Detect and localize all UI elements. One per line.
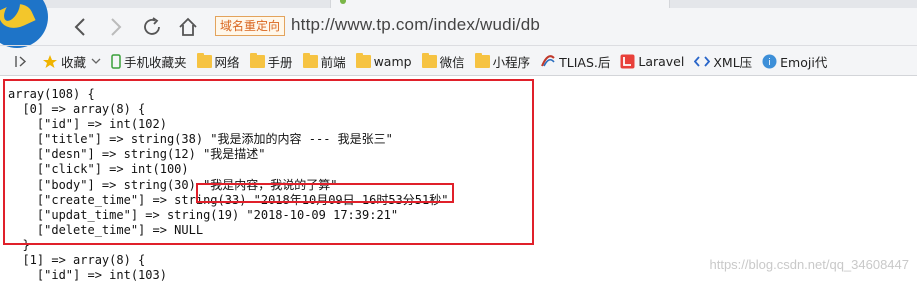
dump-line: [1] => array(8) { — [8, 253, 146, 268]
chevron-left-icon — [74, 18, 85, 36]
dump-line: ["id"] => int(103) — [8, 268, 167, 283]
page-content: array(108) { [0] => array(8) { ["id"] =>… — [0, 76, 917, 285]
active-tab[interactable] — [330, 0, 670, 8]
bookmark-favorites[interactable]: 收藏 — [38, 50, 105, 72]
bookmark-folder-network[interactable]: 网络 — [193, 50, 244, 72]
folder-icon — [249, 52, 265, 68]
bookmark-xml[interactable]: XML压 — [690, 50, 756, 72]
phone-icon — [111, 53, 121, 69]
bookmarks-bar: 收藏 手机收藏夹 网络 手册 前端 wamp 微信 小程序 TLIAS.后 La… — [0, 48, 917, 74]
tlias-icon — [541, 55, 555, 67]
bookmark-laravel[interactable]: Laravel — [616, 50, 688, 72]
chevron-right-icon — [111, 18, 122, 36]
folder-icon — [474, 52, 490, 68]
browser-logo-icon[interactable] — [0, 0, 48, 48]
bookmark-label: TLIAS.后 — [559, 54, 611, 70]
folder-icon — [196, 52, 212, 68]
bookmark-folder-wechat[interactable]: 微信 — [418, 50, 469, 72]
redirect-badge[interactable]: 域名重定向 — [215, 16, 285, 36]
highlight-box-record — [3, 79, 534, 245]
emoji-icon: i — [762, 54, 777, 68]
address-bar-url[interactable]: http://www.tp.com/index/wudi/db — [291, 15, 540, 35]
back-button[interactable] — [67, 14, 93, 40]
bookmark-label: Laravel — [638, 53, 685, 69]
highlight-box-create-time — [196, 183, 454, 203]
forward-button[interactable] — [103, 14, 129, 40]
bookmark-label: XML压 — [713, 54, 753, 70]
xml-icon — [694, 55, 711, 67]
bookmark-tlias[interactable]: TLIAS.后 — [536, 50, 614, 72]
laravel-icon — [620, 54, 635, 68]
folder-icon — [421, 52, 437, 68]
toolbar-divider — [0, 45, 917, 46]
bookmark-label: 微信 — [439, 54, 465, 70]
watermark: https://blog.csdn.net/qq_34608447 — [709, 257, 910, 272]
bookmark-emoji[interactable]: i Emoji代 — [758, 50, 831, 72]
reload-button[interactable] — [139, 14, 165, 40]
reload-icon — [144, 17, 160, 35]
bookmark-folder-wamp[interactable]: wamp — [352, 50, 416, 72]
sidebar-toggle-button[interactable] — [0, 50, 32, 72]
bookmark-label: 小程序 — [492, 54, 531, 70]
bookmark-label: Emoji代 — [780, 54, 828, 70]
bookmark-mobile-favorites[interactable]: 手机收藏夹 — [107, 50, 191, 72]
browser-toolbar: 域名重定向 http://www.tp.com/index/wudi/db 收藏… — [0, 0, 917, 76]
home-icon — [179, 17, 197, 36]
bookmark-label: 手册 — [267, 54, 293, 70]
bookmark-folder-frontend[interactable]: 前端 — [299, 50, 350, 72]
folder-icon — [355, 52, 371, 68]
chevron-down-icon — [91, 58, 101, 64]
sidebar-toggle-icon — [15, 55, 27, 67]
bookmark-label: 前端 — [320, 54, 346, 70]
star-icon — [43, 54, 57, 68]
bookmark-folder-manual[interactable]: 手册 — [246, 50, 297, 72]
bookmark-label: 收藏 — [61, 54, 87, 70]
bookmark-folder-miniprogram[interactable]: 小程序 — [471, 50, 535, 72]
bookmark-label: 手机收藏夹 — [124, 54, 187, 70]
bookmark-label: 网络 — [214, 54, 240, 70]
folder-icon — [302, 52, 318, 68]
svg-text:i: i — [768, 58, 771, 68]
bookmark-label: wamp — [373, 53, 412, 69]
home-button[interactable] — [175, 14, 201, 40]
